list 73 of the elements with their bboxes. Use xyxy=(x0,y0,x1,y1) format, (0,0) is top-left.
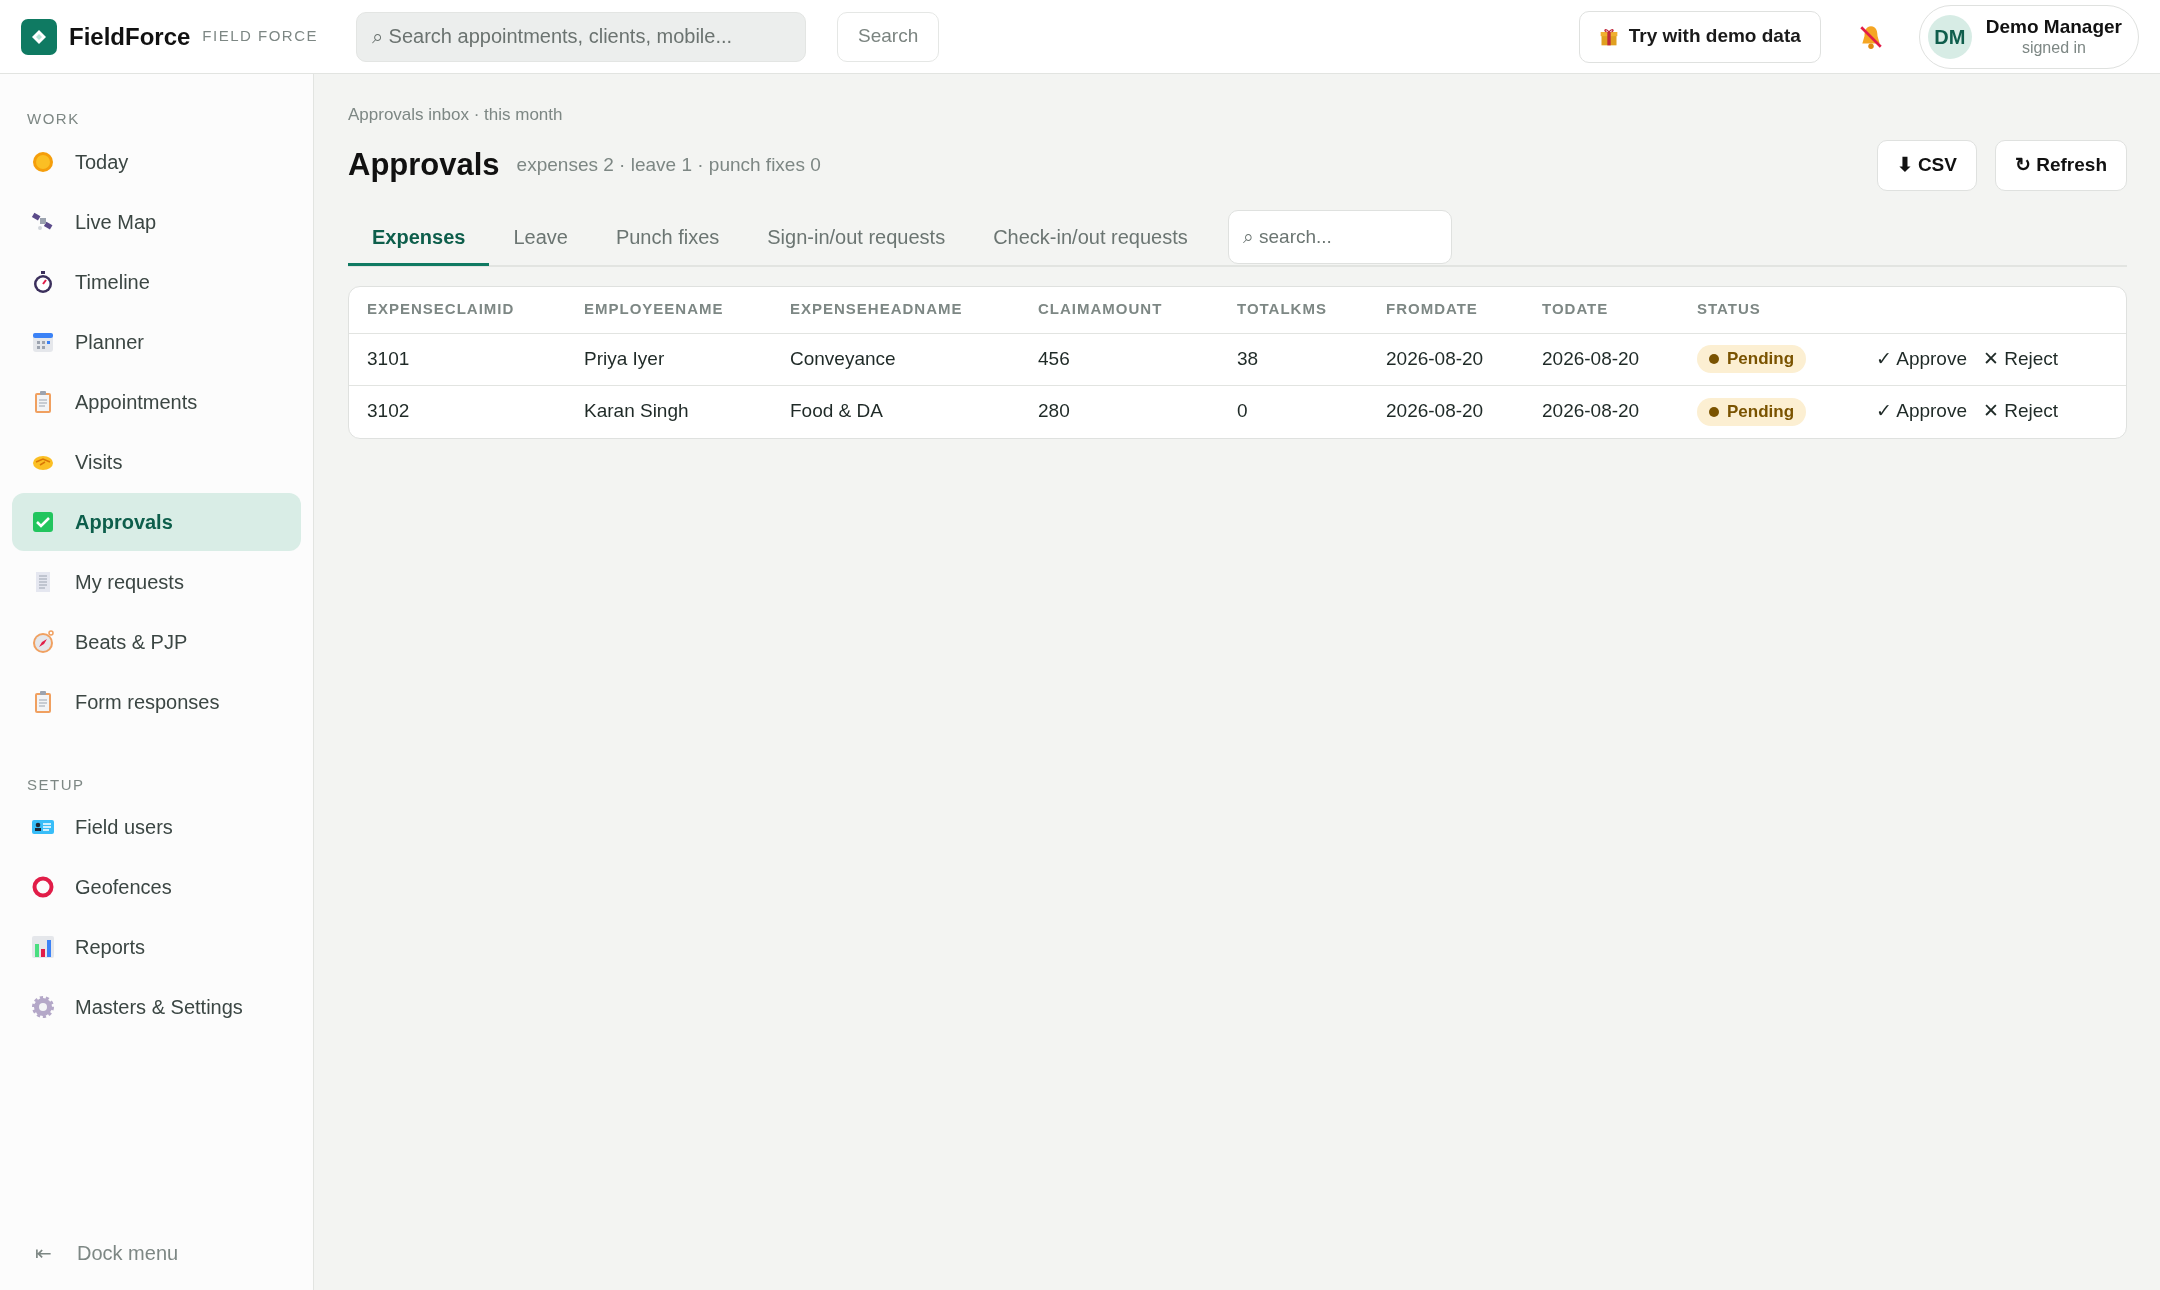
sidebar-item[interactable]: Timeline xyxy=(12,252,301,311)
section-heading: SETUP xyxy=(26,774,86,795)
column-header: STATUS xyxy=(1697,299,1762,320)
sidebar-item[interactable]: Masters & Settings xyxy=(12,978,301,1036)
reject-button[interactable]: ✕ Reject xyxy=(1983,344,2059,374)
table-cell-text: 280 xyxy=(1038,399,1071,424)
table-cell-text: 3101 xyxy=(367,346,411,371)
sidebar-item[interactable]: Geofences xyxy=(12,858,301,916)
sidebar-item[interactable]: Planner xyxy=(12,312,301,371)
gear-icon xyxy=(31,995,55,1019)
table-cell-text: Karan Singh xyxy=(584,399,690,424)
column-header: TOTALKMS xyxy=(1237,299,1328,320)
tab[interactable]: Expenses xyxy=(348,211,490,266)
tab[interactable]: Sign-in/out requests xyxy=(743,211,970,266)
sidebar-item[interactable]: Visits xyxy=(12,432,301,491)
app-name: FieldForce xyxy=(69,21,191,52)
user-name: Demo Manager xyxy=(1985,14,2122,39)
status-badge: Pending xyxy=(1697,397,1807,426)
column-header: CLAIMAMOUNT xyxy=(1038,299,1164,320)
column-header: EXPENSECLAIMID xyxy=(367,299,516,320)
sidebar-item[interactable]: Reports xyxy=(12,918,301,976)
sun-icon xyxy=(31,149,55,174)
column-header: FROMDATE xyxy=(1386,299,1479,320)
status-badge: Pending xyxy=(1697,345,1807,373)
sidebar-item[interactable]: Field users xyxy=(12,798,301,856)
table-cell-text: 2026-08-20 xyxy=(1542,399,1641,424)
sidebar-item[interactable]: Today xyxy=(12,132,301,191)
sidebar-item[interactable]: Live Map xyxy=(12,192,301,251)
table-cell-text: 456 xyxy=(1038,346,1071,371)
column-header: EXPENSEHEADNAME xyxy=(790,299,964,320)
table-cell-text: Food & DA xyxy=(790,399,884,424)
search-field[interactable]: ⌕ Search appointments, clients, mobile... xyxy=(356,11,807,62)
approve-button[interactable]: ✓ Approve xyxy=(1876,344,1967,374)
user-status: signed in xyxy=(2021,38,2086,59)
tab[interactable]: Leave xyxy=(489,211,592,266)
search-button[interactable]: Search xyxy=(837,11,940,62)
column-header: TODATE xyxy=(1542,299,1610,320)
bar-chart-icon xyxy=(31,935,55,959)
table-cell-text: 2026-08-20 xyxy=(1542,346,1641,371)
reject-button[interactable]: ✕ Reject xyxy=(1983,397,2059,426)
table-cell-text: Priya Iyer xyxy=(584,346,666,371)
tab[interactable]: Check-in/out requests xyxy=(969,211,1212,266)
tab[interactable]: Punch fixes xyxy=(591,211,744,266)
check-box-icon xyxy=(31,509,55,534)
toolbar-button[interactable]: ⬇ CSV xyxy=(1876,139,1977,191)
table-cell-text: 2026-08-20 xyxy=(1386,346,1485,371)
user-menu[interactable]: DM Demo Manager signed in xyxy=(1918,4,2139,69)
page-summary: expenses 2 · leave 1 · punch fixes 0 xyxy=(516,152,821,177)
sidebar-item[interactable]: Appointments xyxy=(12,372,301,431)
compass-icon xyxy=(31,629,55,654)
breadcrumb: Approvals inbox · this month xyxy=(348,104,564,126)
table-cell-text: Conveyance xyxy=(790,346,897,371)
sidebar-item[interactable]: Approvals xyxy=(12,492,301,551)
app-tagline: FIELD FORCE xyxy=(202,26,319,47)
table-cell-text: 3102 xyxy=(367,399,411,424)
section-heading: WORK xyxy=(26,109,81,129)
avatar: DM xyxy=(1927,14,1972,59)
page-title: Approvals xyxy=(348,145,500,184)
toolbar-button[interactable]: ↻ Refresh xyxy=(1994,139,2127,191)
table-cell-text: 2026-08-20 xyxy=(1386,399,1485,424)
ring-icon xyxy=(31,875,55,899)
sidebar-item[interactable]: Beats & PJP xyxy=(12,612,301,671)
sidebar-item[interactable]: Form responses xyxy=(12,672,301,731)
approve-button[interactable]: ✓ Approve xyxy=(1876,397,1967,426)
dock-menu-button[interactable]: ⇤ Dock menu xyxy=(12,1238,301,1268)
logo-icon xyxy=(21,18,57,55)
demo-data-button[interactable]: Try with demo data xyxy=(1578,10,1821,63)
filter-field[interactable]: ⌕ search... xyxy=(1227,209,1452,264)
column-header: EMPLOYEENAME xyxy=(584,299,725,320)
table-cell-text: 38 xyxy=(1237,346,1260,371)
sidebar-item[interactable]: My requests xyxy=(12,552,301,611)
table-cell-text: 0 xyxy=(1237,399,1249,424)
stopwatch-icon xyxy=(31,269,55,294)
